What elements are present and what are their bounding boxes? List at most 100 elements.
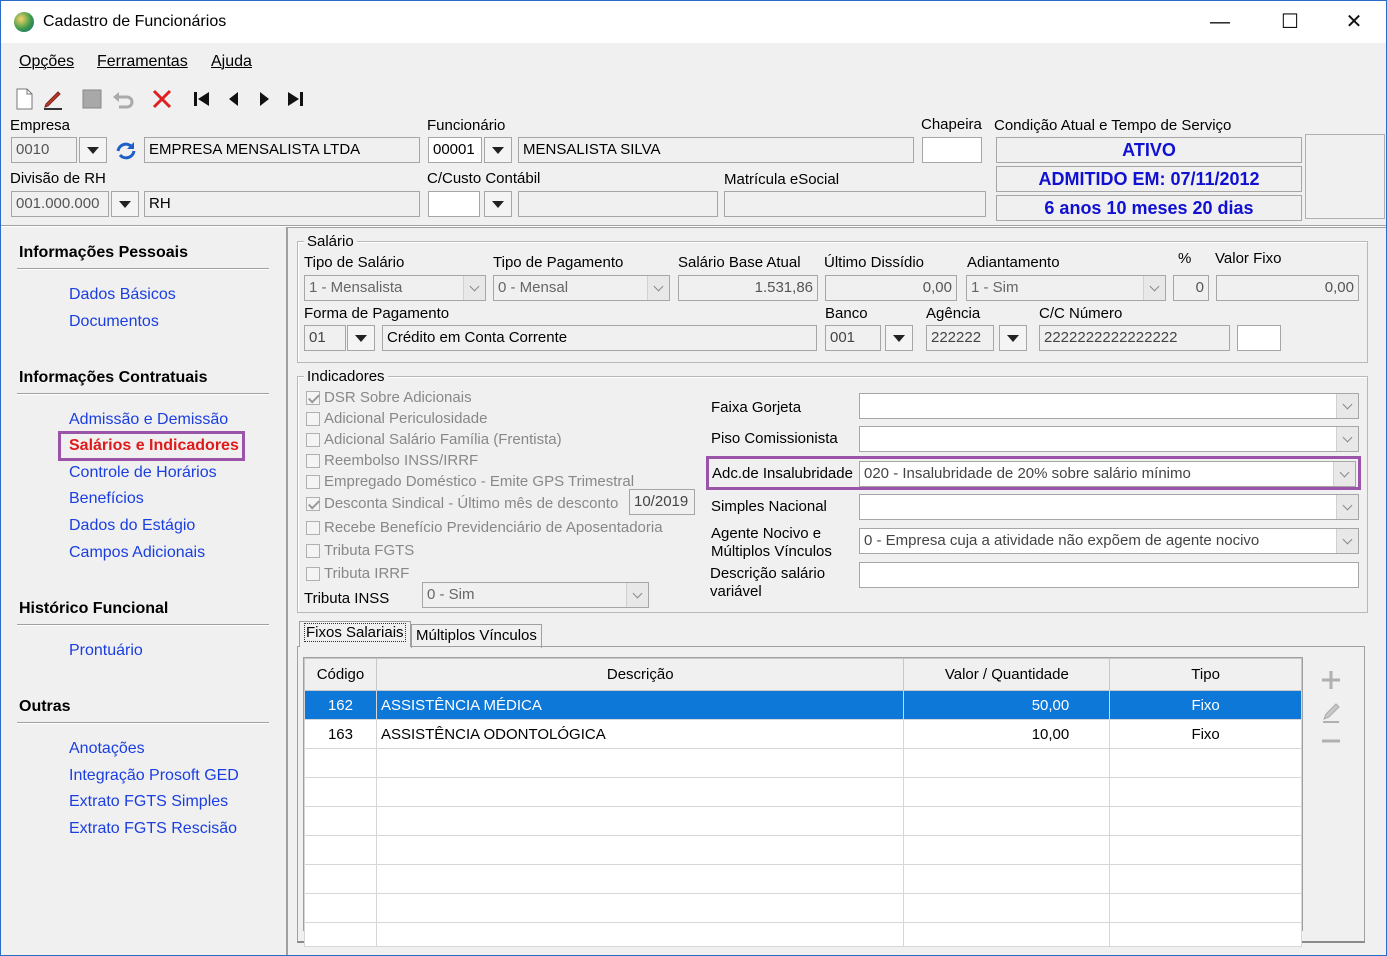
chevron-down-icon — [119, 200, 131, 208]
ccusto-field[interactable] — [428, 191, 480, 217]
tributa-fgts-checkbox[interactable]: Tributa FGTS — [306, 542, 414, 559]
simples-nacional-select[interactable] — [859, 494, 1359, 520]
periculosidade-checkbox[interactable]: Adicional Periculosidade — [306, 410, 487, 427]
minimize-button[interactable]: — — [1197, 7, 1243, 37]
sindical-mes-field[interactable]: 10/2019 — [629, 489, 695, 515]
pencil-icon[interactable] — [1317, 699, 1345, 725]
edit-icon[interactable] — [41, 87, 65, 111]
forma-pagamento-dropdown-button[interactable] — [347, 325, 375, 351]
cc-numero-label: C/C Número — [1039, 305, 1123, 322]
table-row[interactable]: 162 ASSISTÊNCIA MÉDICA 50,00 Fixo — [304, 690, 1302, 720]
insalubridade-select[interactable]: 020 - Insalubridade de 20% sobre salário… — [859, 461, 1356, 487]
previous-record-icon[interactable] — [222, 87, 246, 111]
new-document-icon[interactable] — [12, 87, 36, 111]
previdenciario-checkbox[interactable]: Recebe Benefício Previdenciário de Apose… — [306, 519, 663, 536]
funcionario-name-field[interactable]: MENSALISTA SILVA — [518, 137, 914, 163]
sindical-checkbox[interactable]: Desconta Sindical - Último mês de descon… — [306, 495, 618, 512]
nav-anotacoes[interactable]: Anotações — [69, 740, 145, 758]
remove-icon[interactable] — [1317, 728, 1345, 754]
faixa-gorjeta-select[interactable] — [859, 393, 1359, 419]
nav-extrato-fgts-rescisao[interactable]: Extrato FGTS Rescisão — [69, 820, 237, 838]
empresa-name-field[interactable]: EMPRESA MENSALISTA LTDA — [144, 137, 420, 163]
nav-documentos[interactable]: Documentos — [69, 313, 159, 331]
agente-nocivo-select[interactable]: 0 - Empresa cuja a atividade não expõem … — [859, 528, 1359, 554]
funcionario-dropdown-button[interactable] — [484, 137, 512, 163]
menu-ajuda[interactable]: Ajuda — [211, 53, 252, 71]
chevron-down-icon — [1143, 276, 1165, 300]
first-record-icon[interactable] — [190, 87, 214, 111]
fixos-salariais-table: Código Descrição Valor / Quantidade Tipo… — [304, 658, 1302, 947]
employee-photo[interactable] — [1305, 134, 1385, 219]
column-header-codigo[interactable]: Código — [304, 658, 377, 691]
nav-heading-contratuais: Informações Contratuais — [19, 369, 208, 386]
tab-fixos-salariais[interactable]: Fixos Salariais — [299, 621, 411, 647]
reembolso-checkbox[interactable]: Reembolso INSS/IRRF — [306, 452, 478, 469]
agencia-field[interactable]: 222222 — [926, 325, 994, 351]
nav-integracao-ged[interactable]: Integração Prosoft GED — [69, 767, 239, 785]
maximize-button[interactable]: ☐ — [1267, 7, 1313, 37]
salario-familia-checkbox[interactable]: Adicional Salário Família (Frentista) — [306, 431, 562, 448]
column-header-valor[interactable]: Valor / Quantidade — [903, 658, 1111, 691]
tipo-salario-select[interactable]: 1 - Mensalista — [304, 275, 486, 301]
status-badge: ATIVO — [996, 137, 1302, 163]
forma-pagamento-description[interactable]: Crédito em Conta Corrente — [382, 325, 817, 351]
add-icon[interactable] — [1317, 667, 1345, 693]
percent-field[interactable]: 0 — [1173, 275, 1209, 301]
tributa-inss-select[interactable]: 0 - Sim — [422, 582, 649, 608]
undo-icon[interactable] — [111, 87, 135, 111]
save-icon[interactable] — [80, 87, 104, 111]
salario-base-field[interactable]: 1.531,86 — [678, 275, 818, 301]
banco-dropdown-button[interactable] — [885, 325, 913, 351]
divisao-dropdown-button[interactable] — [111, 191, 139, 217]
next-record-icon[interactable] — [252, 87, 276, 111]
refresh-icon[interactable] — [114, 138, 138, 162]
ultimo-dissidio-field[interactable]: 0,00 — [825, 275, 957, 301]
divisao-code-field[interactable]: 001.000.000 — [11, 191, 109, 217]
descricao-variavel-field[interactable] — [859, 562, 1359, 588]
table-row[interactable]: 163 ASSISTÊNCIA ODONTOLÓGICA 10,00 Fixo — [304, 719, 1302, 749]
nav-campos-adicionais[interactable]: Campos Adicionais — [69, 544, 205, 562]
domestico-checkbox[interactable]: Empregado Doméstico - Emite GPS Trimestr… — [306, 473, 634, 490]
piso-comissionista-select[interactable] — [859, 426, 1359, 452]
forma-pagamento-code[interactable]: 01 — [304, 325, 346, 351]
cc-numero-field[interactable]: 2222222222222222 — [1039, 325, 1230, 351]
delete-icon[interactable] — [150, 87, 174, 111]
empresa-dropdown-button[interactable] — [79, 137, 107, 163]
ultimo-dissidio-label: Último Dissídio — [824, 254, 925, 271]
last-record-icon[interactable] — [283, 87, 307, 111]
cc-digito-field[interactable] — [1237, 325, 1281, 351]
nav-admissao-demissao[interactable]: Admissão e Demissão — [69, 411, 228, 429]
ccusto-dropdown-button[interactable] — [484, 191, 512, 217]
column-header-tipo[interactable]: Tipo — [1109, 658, 1302, 691]
banco-field[interactable]: 001 — [825, 325, 881, 351]
divisao-name-field[interactable]: RH — [144, 191, 420, 217]
tipo-pagamento-select[interactable]: 0 - Mensal — [493, 275, 670, 301]
tributa-irrf-checkbox[interactable]: Tributa IRRF — [306, 565, 409, 582]
cell-descricao: ASSISTÊNCIA ODONTOLÓGICA — [375, 719, 905, 749]
nav-beneficios[interactable]: Benefícios — [69, 490, 144, 508]
funcionario-code-field[interactable]: 00001 — [428, 137, 482, 163]
nav-dados-basicos[interactable]: Dados Básicos — [69, 286, 176, 304]
nav-controle-horarios[interactable]: Controle de Horários — [69, 464, 217, 482]
nav-extrato-fgts-simples[interactable]: Extrato FGTS Simples — [69, 793, 228, 811]
menu-ferramentas[interactable]: Ferramentas — [97, 53, 188, 71]
menu-bar — [1, 45, 1386, 79]
chevron-down-icon — [87, 146, 99, 154]
nav-prontuario[interactable]: Prontuário — [69, 642, 143, 660]
chapeira-field[interactable] — [922, 137, 982, 163]
tab-multiplos-vinculos[interactable]: Múltiplos Vínculos — [411, 624, 542, 648]
empresa-code-field[interactable]: 0010 — [11, 137, 77, 163]
nav-dados-estagio[interactable]: Dados do Estágio — [69, 517, 195, 535]
column-header-descricao[interactable]: Descrição — [375, 658, 905, 691]
nav-divider — [17, 624, 269, 626]
close-button[interactable]: ✕ — [1331, 7, 1377, 37]
adiantamento-label: Adiantamento — [967, 254, 1060, 271]
table-row-empty — [304, 864, 1302, 894]
dsr-checkbox[interactable]: DSR Sobre Adicionais — [306, 389, 472, 406]
agencia-dropdown-button[interactable] — [999, 325, 1027, 351]
adiantamento-select[interactable]: 1 - Sim — [966, 275, 1166, 301]
matricula-esocial-field[interactable] — [724, 191, 986, 217]
nav-salarios-indicadores[interactable]: Salários e Indicadores — [69, 437, 239, 455]
menu-opcoes[interactable]: Opções — [19, 53, 74, 71]
valor-fixo-field[interactable]: 0,00 — [1216, 275, 1359, 301]
